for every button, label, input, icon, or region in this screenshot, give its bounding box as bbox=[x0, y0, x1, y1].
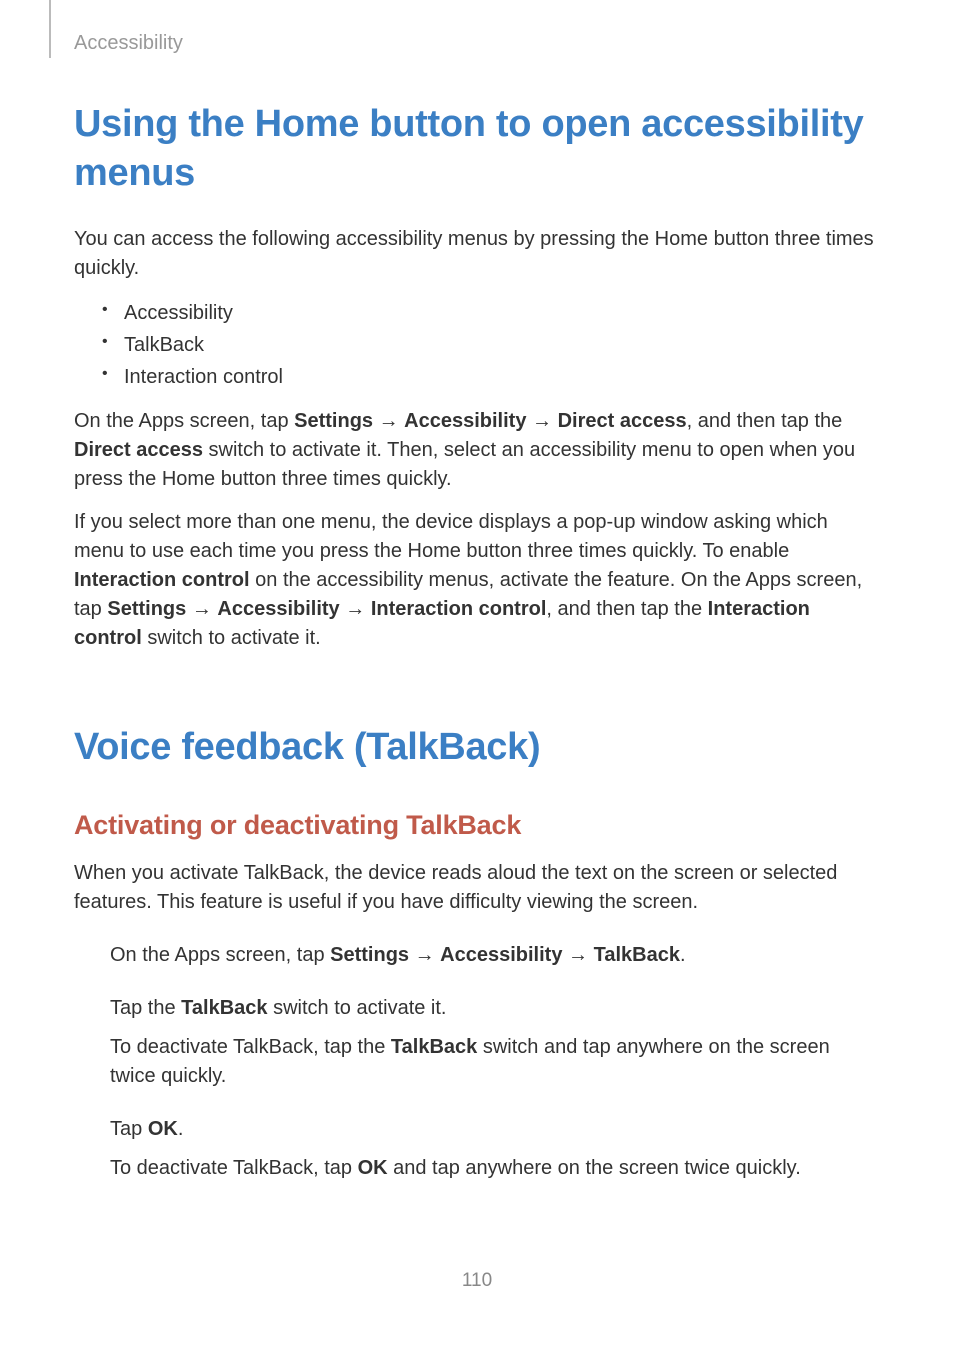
direct-access-paragraph: On the Apps screen, tap Settings → Acces… bbox=[74, 407, 880, 494]
heading-voice-feedback: Voice feedback (TalkBack) bbox=[74, 723, 880, 772]
list-item: Interaction control bbox=[102, 361, 880, 393]
accessibility-menu-list: Accessibility TalkBack Interaction contr… bbox=[74, 297, 880, 393]
step-2-line-2: To deactivate TalkBack, tap the TalkBack… bbox=[110, 1033, 880, 1091]
heading-home-button: Using the Home button to open accessibil… bbox=[74, 100, 880, 199]
header-rule bbox=[49, 0, 51, 58]
step-3-line-2: To deactivate TalkBack, tap OK and tap a… bbox=[110, 1154, 880, 1183]
step-2-line-1: Tap the TalkBack switch to activate it. bbox=[110, 994, 880, 1023]
multi-menu-paragraph: If you select more than one menu, the de… bbox=[74, 508, 880, 653]
list-item: TalkBack bbox=[102, 329, 880, 361]
running-header: Accessibility bbox=[74, 32, 183, 55]
subheading-activating-talkback: Activating or deactivating TalkBack bbox=[74, 810, 880, 841]
intro-paragraph: You can access the following accessibili… bbox=[74, 225, 880, 283]
step-1: On the Apps screen, tap Settings → Acces… bbox=[110, 941, 880, 970]
page-number: 110 bbox=[0, 1270, 954, 1292]
list-item: Accessibility bbox=[102, 297, 880, 329]
talkback-intro-paragraph: When you activate TalkBack, the device r… bbox=[74, 859, 880, 917]
step-3-line-1: Tap OK. bbox=[110, 1115, 880, 1144]
